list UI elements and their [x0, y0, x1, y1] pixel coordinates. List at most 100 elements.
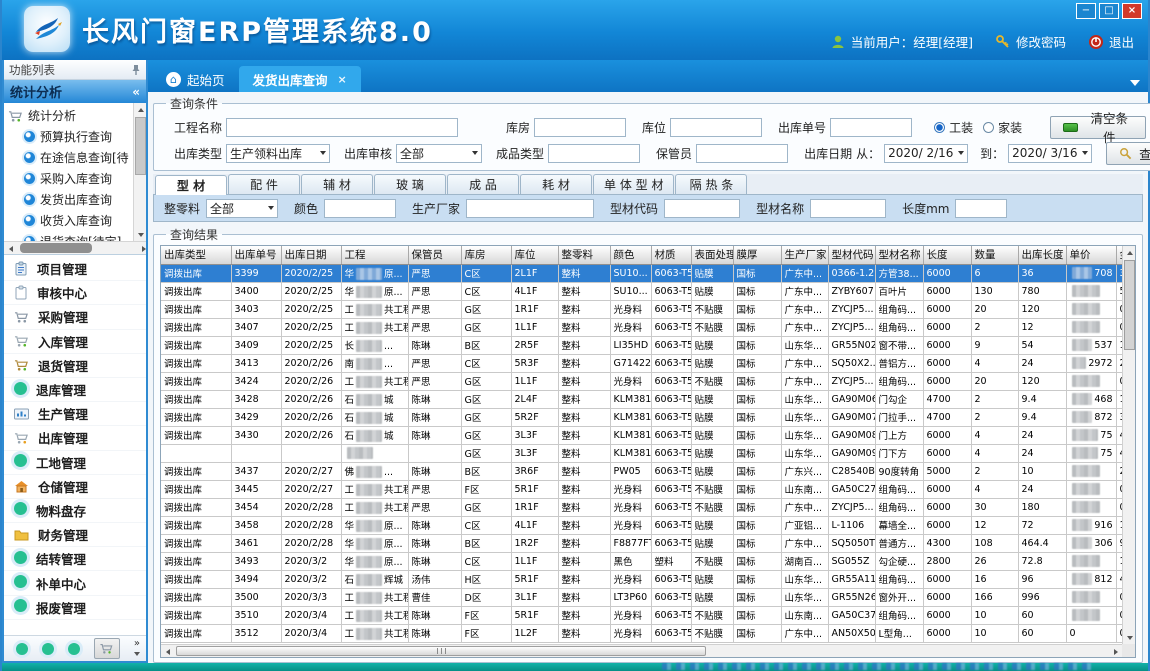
- table-row[interactable]: 调拨出库34612020/2/28华原...陈琳B区1R2F整料F8877FT6…: [161, 534, 1122, 552]
- module-dot-icon[interactable]: [68, 643, 80, 655]
- column-header[interactable]: 单价: [1066, 246, 1116, 264]
- table-row[interactable]: 调拨出库34942020/3/2石辉城汤伟H区5R1F整料光身料6063-T5贴…: [161, 570, 1122, 588]
- material-tab[interactable]: 成 品: [447, 174, 519, 194]
- more-modules-button[interactable]: »: [134, 639, 140, 659]
- grid-scroll-right-icon[interactable]: [1109, 645, 1122, 658]
- length-input[interactable]: [955, 199, 1007, 218]
- warehouse-input[interactable]: [534, 118, 626, 137]
- date-to-select[interactable]: 2020/ 3/16: [1008, 144, 1092, 163]
- material-tab[interactable]: 型 材: [155, 175, 227, 195]
- column-header[interactable]: 工程: [341, 246, 408, 264]
- module-dot-icon[interactable]: [42, 643, 54, 655]
- module-item[interactable]: 项目管理: [4, 257, 146, 281]
- material-tab[interactable]: 配 件: [228, 174, 300, 194]
- grid-hscroll-thumb[interactable]: [176, 646, 706, 656]
- column-header[interactable]: 生产厂家: [781, 246, 828, 264]
- tree-hscroll-thumb[interactable]: [20, 243, 92, 253]
- grid-scroll-up-icon[interactable]: [1123, 246, 1136, 259]
- grid-horizontal-scrollbar[interactable]: [161, 644, 1122, 657]
- stats-section-header[interactable]: 统计分析 «: [4, 80, 146, 103]
- table-row[interactable]: 调拨出库34132020/2/26南...严思C区5R3F整料G71422606…: [161, 354, 1122, 372]
- tree-vertical-scrollbar[interactable]: [133, 103, 146, 241]
- material-tab[interactable]: 耗 材: [520, 174, 592, 194]
- tree-item[interactable]: 预算执行查询: [8, 126, 132, 147]
- close-button[interactable]: ×: [1122, 3, 1142, 19]
- keeper-input[interactable]: [696, 144, 788, 163]
- module-item[interactable]: 生产管理: [4, 402, 146, 426]
- stats-module-button[interactable]: [94, 638, 120, 659]
- tab-overflow-icon[interactable]: [1130, 80, 1140, 86]
- module-item[interactable]: 退库管理: [4, 378, 146, 402]
- product-type-input[interactable]: [548, 144, 640, 163]
- logout-button[interactable]: 退出: [1088, 32, 1134, 51]
- table-row[interactable]: 调拨出库34292020/2/26石城陈琳G区5R2F整料KLM38176063…: [161, 408, 1122, 426]
- table-row[interactable]: 调拨出库33992020/2/25华原...严思C区2L1F整料SU10...6…: [161, 264, 1122, 282]
- scroll-down-icon[interactable]: [134, 228, 146, 241]
- column-header[interactable]: 出库长度: [1018, 246, 1066, 264]
- column-header[interactable]: 颜色: [610, 246, 651, 264]
- whole-select[interactable]: 全部: [206, 199, 278, 218]
- column-header[interactable]: 数量: [971, 246, 1018, 264]
- search-button[interactable]: 查 询: [1106, 142, 1150, 165]
- column-header[interactable]: 出库日期: [281, 246, 341, 264]
- column-header[interactable]: 库位: [511, 246, 558, 264]
- minimize-button[interactable]: −: [1076, 3, 1096, 19]
- tab-close-icon[interactable]: ×: [338, 73, 347, 86]
- out-type-select[interactable]: 生产领料出库: [226, 144, 330, 163]
- grid-scroll-down-icon[interactable]: [1123, 631, 1136, 644]
- out-audit-select[interactable]: 全部: [396, 144, 482, 163]
- column-header[interactable]: 长度: [923, 246, 971, 264]
- module-item[interactable]: 采购管理: [4, 305, 146, 329]
- tree-item[interactable]: 收货入库查询: [8, 210, 132, 231]
- tree-item[interactable]: 采购入库查询: [8, 168, 132, 189]
- material-tab[interactable]: 玻 璃: [374, 174, 446, 194]
- module-item[interactable]: 结转管理: [4, 547, 146, 571]
- scroll-up-icon[interactable]: [134, 103, 146, 116]
- collapse-icon[interactable]: «: [132, 85, 140, 99]
- table-row[interactable]: 调拨出库34452020/2/27工共工程严思F区5R1F整料光身料6063-T…: [161, 480, 1122, 498]
- table-row[interactable]: 调拨出库34002020/2/25华原...严思C区4L1F整料SU10...6…: [161, 282, 1122, 300]
- tree-horizontal-scrollbar[interactable]: [4, 241, 146, 254]
- table-row[interactable]: G区3L3F整料KLM38176063-T5贴膜国标山东华...GA90M09.…: [161, 444, 1122, 462]
- table-row[interactable]: 调拨出库34092020/2/25长...陈琳B区2R5F整料LI35HD606…: [161, 336, 1122, 354]
- grid-vscroll-thumb[interactable]: [1124, 260, 1135, 350]
- module-item[interactable]: 工地管理: [4, 451, 146, 475]
- tree-item[interactable]: 在途信息查询[待: [8, 147, 132, 168]
- column-header[interactable]: 库房: [461, 246, 511, 264]
- table-row[interactable]: 调拨出库34242020/2/26工共工程严思G区1L1F整料光身料6063-T…: [161, 372, 1122, 390]
- column-header[interactable]: 表面处理: [691, 246, 733, 264]
- scroll-left-icon[interactable]: [4, 242, 17, 255]
- module-item[interactable]: 报废管理: [4, 596, 146, 620]
- column-header[interactable]: 材质: [651, 246, 691, 264]
- table-row[interactable]: 调拨出库35122020/3/4工共工程陈琳F区1L2F整料光身料6063-T5…: [161, 624, 1122, 642]
- column-header[interactable]: 出库单号: [231, 246, 281, 264]
- module-item[interactable]: 出库管理: [4, 426, 146, 450]
- module-item[interactable]: 入库管理: [4, 330, 146, 354]
- material-tab[interactable]: 辅 材: [301, 174, 373, 194]
- date-from-select[interactable]: 2020/ 2/16: [884, 144, 968, 163]
- module-item[interactable]: 财务管理: [4, 523, 146, 547]
- code-input[interactable]: [664, 199, 740, 218]
- clear-conditions-button[interactable]: 清空条件: [1050, 116, 1146, 139]
- color-input[interactable]: [324, 199, 396, 218]
- tree-scroll-thumb[interactable]: [135, 117, 146, 175]
- module-item[interactable]: 补单中心: [4, 571, 146, 595]
- name-input[interactable]: [810, 199, 886, 218]
- tree-item[interactable]: 发货出库查询: [8, 189, 132, 210]
- radio-gongzhuang[interactable]: 工装: [934, 119, 973, 136]
- module-item[interactable]: 仓储管理: [4, 475, 146, 499]
- column-header[interactable]: 保管员: [408, 246, 461, 264]
- column-header[interactable]: 出库类型: [161, 246, 231, 264]
- module-item[interactable]: 退货管理: [4, 354, 146, 378]
- table-row[interactable]: 调拨出库35002020/3/3工共工程曹佳D区3L1F整料LT3P606063…: [161, 588, 1122, 606]
- change-password-button[interactable]: 修改密码: [995, 32, 1066, 51]
- column-header[interactable]: 型材名称: [875, 246, 923, 264]
- material-tab[interactable]: 隔 热 条: [675, 174, 747, 194]
- module-dot-icon[interactable]: [16, 643, 28, 655]
- tab-active[interactable]: 发货出库查询×: [239, 66, 361, 92]
- module-item[interactable]: 审核中心: [4, 281, 146, 305]
- table-row[interactable]: 调拨出库34032020/2/25工共工程严思G区1R1F整料光身料6063-T…: [161, 300, 1122, 318]
- grid-vertical-scrollbar[interactable]: [1122, 246, 1135, 644]
- maximize-button[interactable]: □: [1099, 3, 1119, 19]
- radio-jiazhuang[interactable]: 家装: [983, 119, 1022, 136]
